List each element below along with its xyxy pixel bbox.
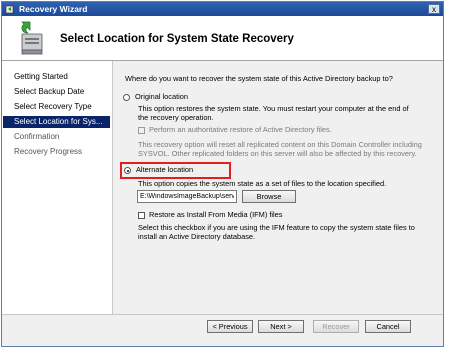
title-bar[interactable]: Recovery Wizard x [2,2,443,16]
recovery-path-input[interactable] [137,190,237,203]
authoritative-restore-checkbox[interactable] [138,127,145,134]
window-title: Recovery Wizard [19,4,88,14]
browse-button[interactable]: Browse [242,190,296,203]
sidebar-item-recovery-progress: Recovery Progress [14,147,83,156]
page-title: Select Location for System State Recover… [60,33,294,45]
sidebar-item-getting-started[interactable]: Getting Started [3,71,110,83]
wizard-app-icon [5,5,14,14]
authoritative-restore-label: Perform an authoritative restore of Acti… [149,125,332,134]
sidebar-item-select-backup-date[interactable]: Select Backup Date [3,86,110,98]
sidebar-item-select-recovery-type[interactable]: Select Recovery Type [3,101,110,113]
sidebar-item-select-location[interactable]: Select Location for Sys... [3,116,110,128]
wizard-steps-sidebar: Getting Started Select Backup Date Selec… [2,61,113,314]
ifm-description-line2: install an Active Directory database. [138,232,256,241]
recovery-wizard-window: Recovery Wizard x Select Location for Sy… [1,1,444,347]
original-location-radio[interactable] [123,94,130,101]
wizard-header: Select Location for System State Recover… [2,16,443,61]
recover-button: Recover [313,320,359,333]
previous-button[interactable]: < Previous [207,320,253,333]
next-button[interactable]: Next > [258,320,304,333]
ifm-label[interactable]: Restore as Install From Media (IFM) file… [149,210,282,220]
alternate-location-radio[interactable] [124,167,131,174]
footer-divider [2,314,443,315]
question-text: Where do you want to recover the system … [125,74,393,83]
original-location-description-line2: the recovery operation. [138,113,214,122]
sidebar-item-confirmation: Confirmation [14,132,60,141]
authoritative-restore-note-line2: SYSVOL. Other replicated folders on this… [138,149,417,158]
close-button[interactable]: x [428,4,440,14]
original-location-label[interactable]: Original location [135,92,188,102]
ifm-checkbox[interactable] [138,212,145,219]
alternate-location-description: This option copies the system state as a… [138,179,387,188]
alternate-location-label[interactable]: Alternate location [136,165,193,175]
cancel-button[interactable]: Cancel [365,320,411,333]
server-restore-icon [21,21,43,55]
